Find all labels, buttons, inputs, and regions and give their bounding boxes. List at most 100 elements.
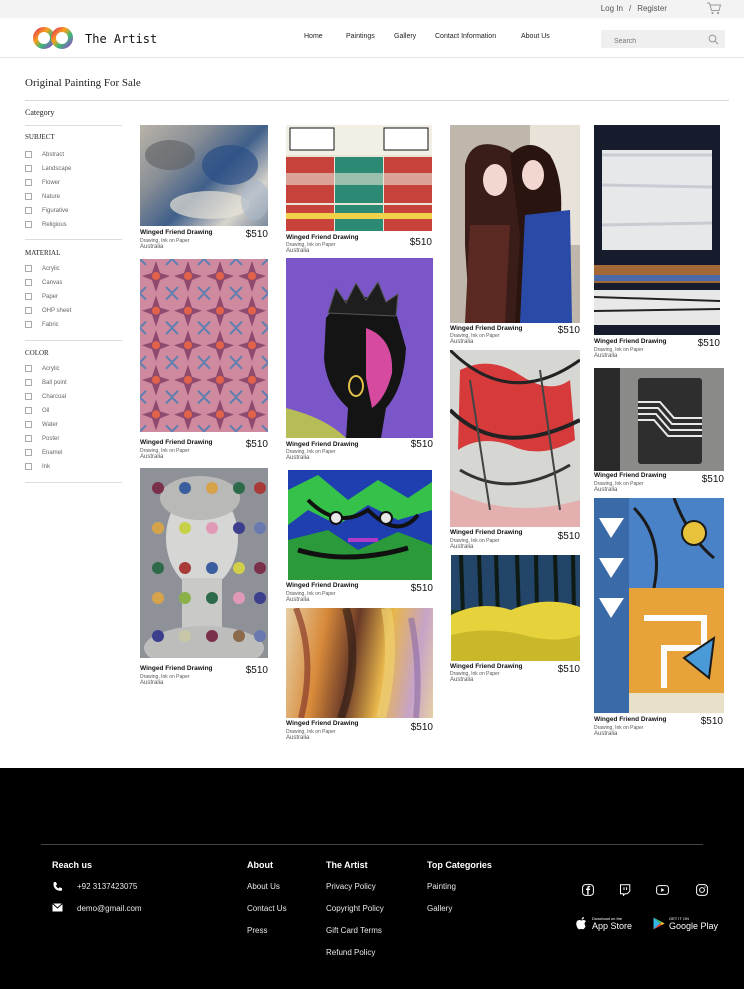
artwork-title[interactable]: Winged Friend Drawing <box>286 234 359 241</box>
nav-paintings[interactable]: Paintings <box>346 33 375 40</box>
twitch-icon[interactable] <box>619 884 631 896</box>
nav-home[interactable]: Home <box>304 33 323 40</box>
artwork-image[interactable] <box>450 350 580 527</box>
email-address[interactable]: demo@gmail.com <box>77 904 142 913</box>
mail-icon <box>52 903 63 912</box>
footer-link[interactable]: Press <box>247 926 267 935</box>
register-link[interactable]: Register <box>637 4 667 13</box>
checkbox[interactable] <box>25 407 32 414</box>
artwork-location: Australia <box>140 454 164 460</box>
search-input[interactable] <box>601 32 701 51</box>
artwork-title[interactable]: Winged Friend Drawing <box>140 439 213 446</box>
artwork-title[interactable]: Winged Friend Drawing <box>286 720 359 727</box>
artwork-image[interactable] <box>286 125 432 231</box>
checkbox[interactable] <box>25 393 32 400</box>
artwork-image[interactable] <box>594 368 724 471</box>
checkbox[interactable] <box>25 279 32 286</box>
instagram-icon[interactable] <box>696 884 708 896</box>
artwork-card[interactable]: Winged Friend Drawing Drawing, Ink on Pa… <box>140 259 268 462</box>
artwork-location: Australia <box>450 339 474 345</box>
footer-link[interactable]: About Us <box>247 882 280 891</box>
footer-link[interactable]: Privacy Policy <box>326 882 376 891</box>
the-artist-heading: The Artist <box>326 860 368 870</box>
search-icon[interactable] <box>708 34 719 45</box>
checkbox[interactable] <box>25 421 32 428</box>
login-link[interactable]: Log In <box>601 4 623 13</box>
checkbox[interactable] <box>25 365 32 372</box>
artwork-card[interactable]: Winged Friend Drawing Drawing, Ink on Pa… <box>450 555 580 687</box>
artwork-card[interactable]: Winged Friend Drawing Drawing, Ink on Pa… <box>594 125 720 361</box>
checkbox[interactable] <box>25 307 32 314</box>
artwork-card[interactable]: Winged Friend Drawing Drawing, Ink on Pa… <box>594 498 724 742</box>
youtube-icon[interactable] <box>656 885 669 895</box>
artwork-image[interactable] <box>286 608 433 718</box>
artwork-image[interactable] <box>288 470 432 580</box>
auth-links: Log In / Register <box>598 4 670 13</box>
artwork-image[interactable] <box>594 498 724 713</box>
logo-icon[interactable] <box>32 26 74 50</box>
artwork-card[interactable]: Winged Friend Drawing Drawing, Ink on Pa… <box>140 468 268 686</box>
artwork-image[interactable] <box>140 125 268 226</box>
artwork-title[interactable]: Winged Friend Drawing <box>450 663 523 670</box>
checkbox[interactable] <box>25 449 32 456</box>
artwork-price: $510 <box>697 338 720 349</box>
divider <box>41 844 703 845</box>
artwork-card[interactable]: Winged Friend Drawing Drawing, Ink on Pa… <box>594 368 724 495</box>
artwork-price: $510 <box>245 229 268 240</box>
artwork-card[interactable]: Winged Friend Drawing Drawing, Ink on Pa… <box>450 350 580 551</box>
artwork-image[interactable] <box>140 259 268 432</box>
google-play-badge[interactable]: GET IT ON Google Play <box>653 914 718 934</box>
artwork-title[interactable]: Winged Friend Drawing <box>140 665 213 672</box>
artwork-price: $510 <box>245 665 268 676</box>
nav-gallery[interactable]: Gallery <box>394 33 416 40</box>
artwork-title[interactable]: Winged Friend Drawing <box>286 441 359 448</box>
facebook-icon[interactable] <box>582 884 594 896</box>
footer-link[interactable]: Copyright Policy <box>326 904 384 913</box>
cart-icon[interactable] <box>706 1 722 15</box>
auth-separator: / <box>628 4 632 13</box>
checkbox[interactable] <box>25 193 32 200</box>
artwork-title[interactable]: Winged Friend Drawing <box>450 325 523 332</box>
divider <box>25 100 729 101</box>
brand-name[interactable]: The Artist <box>85 32 157 46</box>
checkbox[interactable] <box>25 321 32 328</box>
footer-link[interactable]: Contact Us <box>247 904 287 913</box>
artwork-title[interactable]: Winged Friend Drawing <box>594 716 667 723</box>
artwork-image[interactable] <box>450 125 580 323</box>
artwork-card[interactable]: Winged Friend Drawing Drawing, Ink on Pa… <box>286 258 433 462</box>
phone-number[interactable]: +92 3137423075 <box>77 882 137 891</box>
artwork-image[interactable] <box>286 258 433 438</box>
checkbox[interactable] <box>25 221 32 228</box>
artwork-card[interactable]: Winged Friend Drawing Drawing, Ink on Pa… <box>286 470 433 604</box>
artwork-card[interactable]: Winged Friend Drawing Drawing, Ink on Pa… <box>286 125 432 255</box>
checkbox[interactable] <box>25 165 32 172</box>
footer-link[interactable]: Painting <box>427 882 456 891</box>
checkbox[interactable] <box>25 151 32 158</box>
artwork-card[interactable]: Winged Friend Drawing Drawing, Ink on Pa… <box>140 125 268 251</box>
footer-link[interactable]: Refund Policy <box>326 948 375 957</box>
artwork-title[interactable]: Winged Friend Drawing <box>286 582 359 589</box>
checkbox[interactable] <box>25 435 32 442</box>
artwork-image[interactable] <box>140 468 268 658</box>
footer-link[interactable]: Gift Card Terms <box>326 926 382 935</box>
artwork-card[interactable]: Winged Friend Drawing Drawing, Ink on Pa… <box>286 608 433 742</box>
checkbox[interactable] <box>25 179 32 186</box>
artwork-price: $510 <box>700 716 723 727</box>
checkbox[interactable] <box>25 293 32 300</box>
artwork-title[interactable]: Winged Friend Drawing <box>450 529 523 536</box>
artwork-title[interactable]: Winged Friend Drawing <box>140 229 213 236</box>
artwork-location: Australia <box>594 731 618 737</box>
artwork-title[interactable]: Winged Friend Drawing <box>594 338 667 345</box>
artwork-card[interactable]: Winged Friend Drawing Drawing, Ink on Pa… <box>450 125 580 345</box>
artwork-image[interactable] <box>594 125 720 335</box>
checkbox[interactable] <box>25 265 32 272</box>
checkbox[interactable] <box>25 463 32 470</box>
checkbox[interactable] <box>25 207 32 214</box>
artwork-image[interactable] <box>451 555 580 661</box>
artwork-title[interactable]: Winged Friend Drawing <box>594 472 667 479</box>
checkbox[interactable] <box>25 379 32 386</box>
app-store-badge[interactable]: Download on the App Store <box>576 914 634 934</box>
nav-contact[interactable]: Contact Information <box>435 33 496 40</box>
footer-link[interactable]: Gallery <box>427 904 452 913</box>
nav-about[interactable]: About Us <box>521 33 550 40</box>
